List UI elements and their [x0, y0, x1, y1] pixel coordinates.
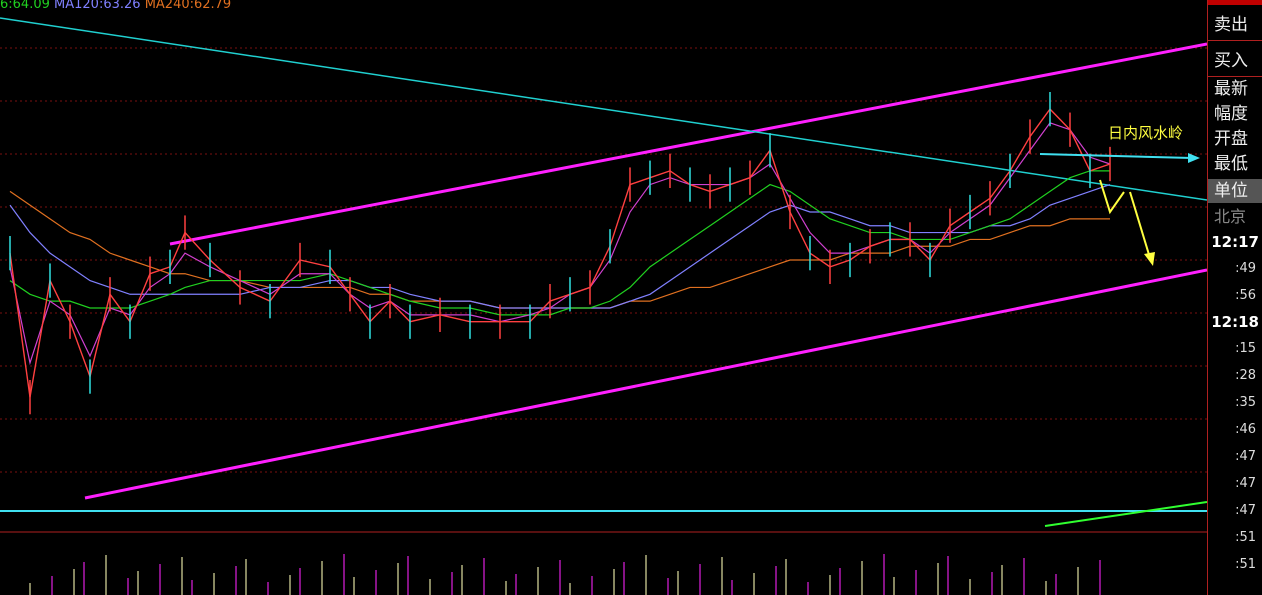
ma-legend: 6:64.09 MA120:63.26 MA240:62.79	[0, 0, 231, 12]
tick-1: :49	[1235, 261, 1256, 276]
yellow-arrow-head	[1144, 252, 1155, 266]
tick-11: :51	[1235, 557, 1256, 572]
price-chart[interactable]: 日内风水岭	[0, 0, 1207, 595]
tick-9: :47	[1235, 503, 1256, 518]
sell-button[interactable]: 卖出	[1208, 5, 1262, 41]
tick-2: :56	[1235, 288, 1256, 303]
field-change: 幅度	[1214, 104, 1248, 124]
ma60-legend: 6:64.09	[0, 0, 50, 12]
ma120-legend: MA120:63.26	[54, 0, 141, 12]
cyan-arrow-line	[1039, 153, 1193, 159]
ma240-line	[9, 190, 1110, 309]
grid	[0, 47, 1207, 533]
field-latest: 最新	[1214, 79, 1248, 99]
buy-button[interactable]: 买入	[1208, 41, 1262, 77]
tick-4: :28	[1235, 368, 1256, 383]
tick-8: :47	[1235, 476, 1256, 491]
price-line	[9, 108, 1111, 398]
time-label-1: 12:17	[1211, 233, 1259, 251]
ma240-legend: MA240:62.79	[144, 0, 232, 12]
unit-toggle[interactable]: 单位	[1208, 179, 1262, 203]
region-label: 北京	[1214, 207, 1247, 226]
upper-channel-line	[169, 42, 1207, 246]
channel-lines	[0, 17, 1207, 527]
field-low: 最低	[1214, 154, 1248, 174]
time-label-2: 12:18	[1211, 313, 1259, 331]
lower-channel-line	[84, 268, 1207, 500]
field-open: 开盘	[1214, 129, 1248, 149]
ma240-line-group	[9, 190, 1110, 309]
annotation-label: 日内风水岭	[1108, 124, 1183, 142]
resistance-line	[0, 17, 1207, 201]
green-trend-line	[1044, 501, 1207, 527]
tick-10: :51	[1235, 530, 1256, 545]
tick-6: :46	[1235, 422, 1256, 437]
annotation-arrows	[1039, 153, 1200, 266]
tick-7: :47	[1235, 449, 1256, 464]
sidebar: 卖出 买入 最新 幅度 开盘 最低 单位 北京 12:17 :49 :56 12…	[1207, 0, 1262, 595]
cyan-arrow-head	[1188, 153, 1200, 163]
yellow-arrow-line	[1129, 191, 1151, 259]
tick-5: :35	[1235, 395, 1256, 410]
tick-3: :15	[1235, 341, 1256, 356]
volume-indicator	[29, 554, 1101, 595]
